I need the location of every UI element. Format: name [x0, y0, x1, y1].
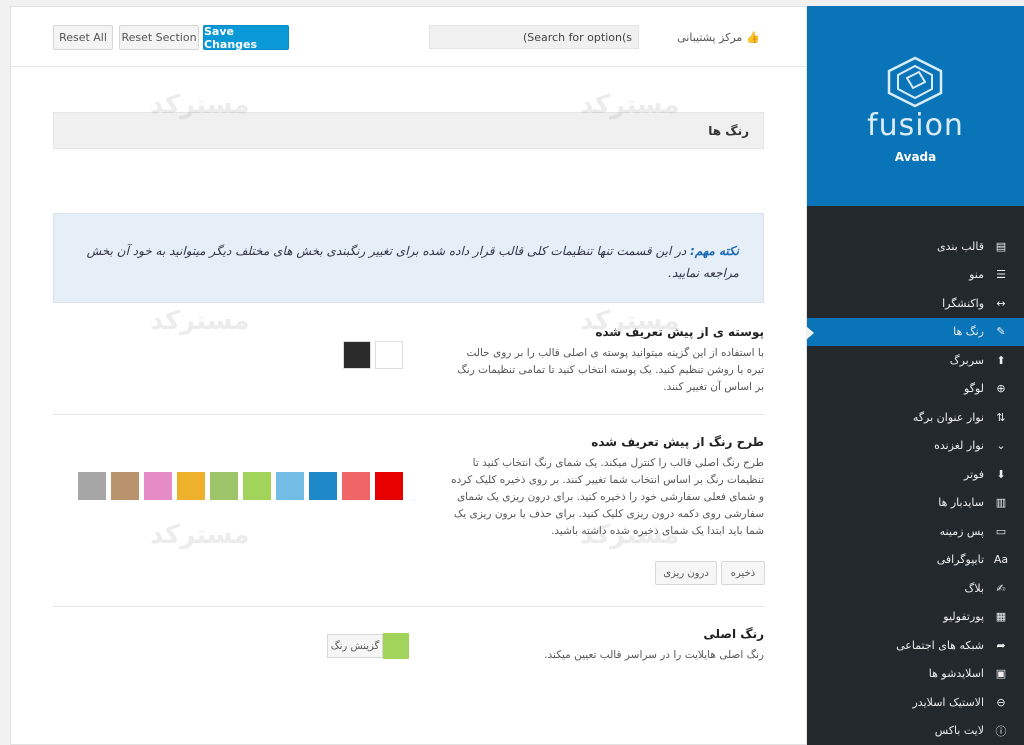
elastic-slider-icon: ⊖: [996, 695, 1006, 709]
sidebar-item-footer[interactable]: ⬇ فوتر: [807, 460, 1024, 489]
sidebar-item-sidebars[interactable]: ▥ سایدبار ها: [807, 489, 1024, 518]
scheme-swatch[interactable]: [78, 472, 106, 500]
sidebar-item-label: قالب بندی: [936, 239, 984, 253]
sidebar-item-page-title-bar[interactable]: ⇅ نوار عنوان برگه: [807, 403, 1024, 432]
sidebar-item-label: پس زمینه: [939, 524, 984, 538]
sidebar-item-background[interactable]: ▭ پس زمینه: [807, 517, 1024, 546]
sidebar-item-label: واکنشگرا: [942, 296, 984, 310]
sidebar-item-menu[interactable]: ☰ منو: [807, 261, 1024, 290]
thumbs-up-icon: 👍: [746, 31, 760, 44]
portfolio-icon: ▦: [995, 610, 1007, 624]
sidebar-item-elastic-slider[interactable]: ⊖ الاستیک اسلایدر: [807, 688, 1024, 717]
sidebar-item-label: منو: [969, 268, 984, 282]
sidebar-item-typography[interactable]: Aa تایپوگرافی: [807, 546, 1024, 575]
sidebar-item-logo[interactable]: ⊕ لوگو: [807, 375, 1024, 404]
sliding-bar-icon: ⌄: [996, 439, 1006, 453]
sidebar-item-header[interactable]: ⬆ سربرگ: [807, 346, 1024, 375]
reset-all-button[interactable]: Reset All: [53, 25, 113, 50]
reset-section-button[interactable]: Reset Section: [119, 25, 199, 50]
sidebar-item-label: سایدبار ها: [938, 496, 984, 510]
save-scheme-button[interactable]: ذخیره: [721, 561, 765, 585]
sidebar-item-blog[interactable]: ✍ بلاگ: [807, 574, 1024, 603]
sidebar-item-slideshows[interactable]: ▣ اسلایدشو ها: [807, 660, 1024, 689]
logo-text: fusion: [867, 108, 964, 143]
info-notice: نکته مهم: در این قسمت تنها تنظیمات کلی ق…: [53, 213, 764, 303]
color-picker-button[interactable]: گزینش رنگ: [327, 634, 383, 658]
social-icon: ➦: [996, 638, 1006, 652]
scheme-swatch[interactable]: [210, 472, 238, 500]
option-description: رنگ اصلی هایلایت را در سراسر قالب تعیین …: [544, 649, 764, 661]
sidebar-item-label: اسلایدشو ها: [928, 667, 984, 681]
divider: [53, 414, 764, 415]
sidebar-item-label: سربرگ: [949, 353, 984, 367]
option-description: طرح رنگ اصلی قالب را کنترل میکند. یک شما…: [451, 457, 764, 537]
scheme-swatch[interactable]: [342, 472, 370, 500]
option-skin: پوسته ی از پیش تعریف شده با استفاده از ا…: [53, 325, 764, 396]
responsive-icon: ↔: [996, 296, 1006, 310]
sidebar-item-label: لایت باکس: [934, 724, 984, 738]
sidebar-item-label: لوگو: [964, 382, 984, 396]
header-icon: ⬆: [996, 353, 1006, 367]
skin-swatch[interactable]: [375, 341, 403, 369]
sidebar-item-responsive[interactable]: ↔ واکنشگرا: [807, 289, 1024, 318]
notice-text: در این قسمت تنها تنظیمات کلی قالب قرار د…: [86, 244, 739, 280]
scheme-swatch[interactable]: [144, 472, 172, 500]
scheme-swatch[interactable]: [309, 472, 337, 500]
scheme-swatch[interactable]: [243, 472, 271, 500]
sidebar-item-social[interactable]: ➦ شبکه های اجتماعی: [807, 631, 1024, 660]
scheme-swatch[interactable]: [375, 472, 403, 500]
import-scheme-button[interactable]: درون ریزی: [655, 561, 717, 585]
save-changes-button[interactable]: Save Changes: [203, 25, 289, 51]
slideshows-icon: ▣: [995, 667, 1007, 681]
brand-name: Avada: [894, 150, 937, 164]
sidebar-item-label: تایپوگرافی: [936, 553, 984, 567]
divider: [53, 606, 764, 607]
sidebar-item-label: پورتفولیو: [943, 610, 984, 624]
sidebar-item-label: فوتر: [963, 467, 984, 481]
lightbox-icon: ⓘ: [995, 724, 1007, 738]
blog-icon: ✍: [996, 581, 1006, 595]
logo-icon: ⊕: [996, 382, 1006, 396]
page-title-bar-icon: ⇅: [996, 410, 1006, 424]
sidebars-icon: ▥: [995, 496, 1007, 510]
options-toolbar: Reset All Reset Section Save Changes (Se…: [11, 7, 808, 67]
skin-swatch[interactable]: [343, 341, 371, 369]
scheme-swatch[interactable]: [111, 472, 139, 500]
primary-color-swatch[interactable]: [383, 633, 409, 659]
sidebar-item-colors[interactable]: ✎ رنگ ها: [806, 317, 1024, 346]
option-description: با استفاده از این گزینه میتوانید پوسته ی…: [457, 347, 764, 393]
support-label: مرکز پشتیبانی: [677, 31, 743, 44]
typography-icon: Aa: [993, 553, 1009, 567]
sidebar-item-label: شبکه های اجتماعی: [896, 638, 984, 652]
sidebar-item-layout[interactable]: ▤ قالب بندی: [807, 232, 1024, 261]
theme-options-sidebar: fusion Avada ▤ قالب بندی ☰ منو ↔ واکنشگرا ✎ رنگ…: [806, 6, 1024, 745]
sidebar-item-label: بلاگ: [964, 581, 984, 595]
section-title: رنگ ها: [53, 112, 764, 149]
layout-icon: ▤: [995, 239, 1007, 253]
sidebar-item-lightbox[interactable]: ⓘ لایت باکس: [807, 717, 1024, 745]
sidebar-item-portfolio[interactable]: ▦ پورتفولیو: [807, 603, 1024, 632]
colors-icon: ✎: [996, 325, 1006, 339]
scheme-swatch[interactable]: [177, 472, 205, 500]
menu-icon: ☰: [996, 268, 1006, 282]
footer-icon: ⬇: [996, 467, 1006, 481]
support-center-link[interactable]: 👍 مرکز پشتیبانی: [677, 31, 760, 44]
notice-title: نکته مهم:: [690, 244, 739, 258]
sidebar-item-label: الاستیک اسلایدر: [912, 695, 984, 709]
sidebar-menu: ▤ قالب بندی ☰ منو ↔ واکنشگرا ✎ رنگ ها ⬆ سربرگ ⊕ لوگ…: [806, 232, 1024, 745]
sidebar-item-label: نوار عنوان برگه: [912, 410, 984, 424]
fusion-logo-icon: [887, 56, 943, 108]
section-title-text: رنگ ها: [708, 123, 749, 138]
sidebar-item-sliding-bar[interactable]: ⌄ نوار لغزنده: [807, 432, 1024, 461]
sidebar-item-label: رنگ ها: [953, 325, 984, 339]
scheme-swatch[interactable]: [276, 472, 304, 500]
options-panel: Reset All Reset Section Save Changes (Se…: [10, 6, 808, 745]
sidebar-item-label: نوار لغزنده: [934, 439, 984, 453]
background-icon: ▭: [995, 524, 1007, 538]
option-title: پوسته ی از پیش تعریف شده: [595, 325, 764, 339]
search-input[interactable]: (Search for option(s: [429, 25, 639, 49]
brand-header: fusion Avada: [807, 6, 1024, 206]
option-title: طرح رنگ از پیش تعریف شده: [591, 435, 764, 449]
